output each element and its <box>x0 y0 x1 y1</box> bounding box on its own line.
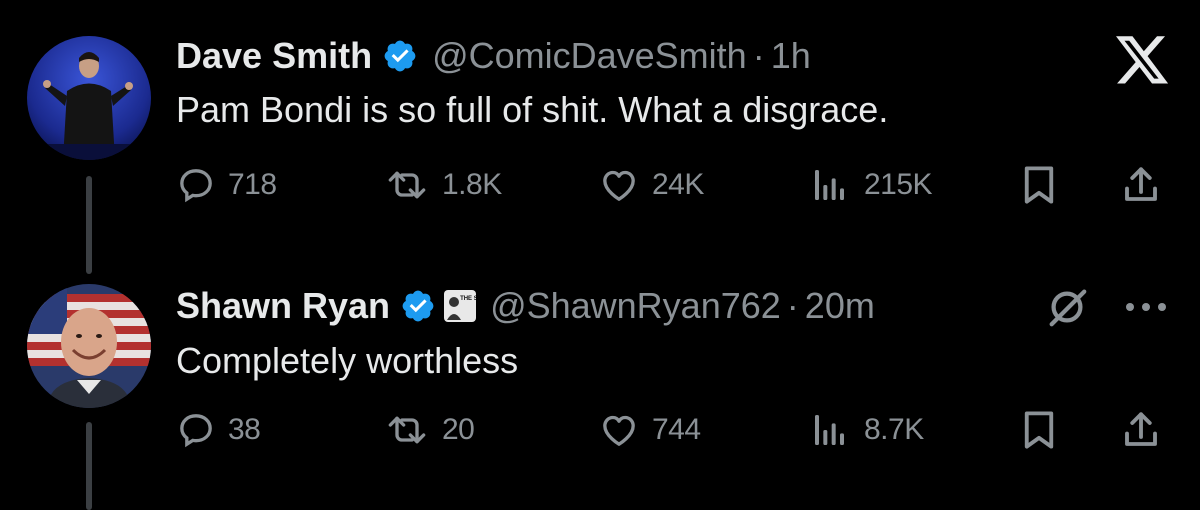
author-handle[interactable]: @ComicDaveSmith <box>432 34 747 78</box>
tweet-header: Dave Smith @ComicDaveSmith · 1h <box>176 34 811 78</box>
tweet-dave-smith[interactable]: Dave Smith @ComicDaveSmith · 1h Pam Bond… <box>0 0 1200 274</box>
share-icon <box>1120 164 1162 206</box>
separator-dot: · <box>786 285 799 326</box>
affiliate-badge[interactable]: THE SHOW <box>444 290 477 322</box>
timestamp[interactable]: 20m <box>805 284 875 328</box>
views-button[interactable]: 215K <box>808 160 933 210</box>
avatar[interactable] <box>27 36 151 160</box>
author-handle[interactable]: @ShawnRyan762 <box>490 284 781 328</box>
tweet-header: Shawn Ryan THE SHOW @ShawnRyan762 · 20m <box>176 284 875 328</box>
verified-badge-icon <box>400 288 436 324</box>
reply-count: 718 <box>228 168 277 201</box>
repost-count: 1.8K <box>442 168 502 201</box>
avatar[interactable] <box>27 284 151 408</box>
heart-icon <box>598 410 640 450</box>
reply-icon <box>176 165 216 205</box>
action-bar: 38 20 744 8.7K <box>0 405 1200 455</box>
view-count: 215K <box>864 168 933 201</box>
views-icon <box>808 410 852 450</box>
repost-count: 20 <box>442 413 475 446</box>
tweet-text: Pam Bondi is so full of shit. What a dis… <box>176 89 889 130</box>
more-icon[interactable] <box>1124 300 1168 318</box>
views-icon <box>808 165 852 205</box>
reply-count: 38 <box>228 413 261 446</box>
timestamp[interactable]: 1h <box>771 34 811 78</box>
author-name[interactable]: Dave Smith <box>176 34 372 78</box>
repost-icon <box>384 165 430 205</box>
bookmark-button[interactable] <box>1020 160 1058 210</box>
repost-icon <box>384 410 430 450</box>
bookmark-icon <box>1020 409 1058 451</box>
heart-icon <box>598 165 640 205</box>
share-button[interactable] <box>1120 405 1162 455</box>
tweet-text: Completely worthless <box>176 340 519 381</box>
author-name[interactable]: Shawn Ryan <box>176 284 390 328</box>
verified-badge-icon <box>382 38 418 74</box>
like-count: 744 <box>652 413 701 446</box>
reply-button[interactable]: 38 <box>176 405 261 455</box>
like-count: 24K <box>652 168 704 201</box>
bookmark-icon <box>1020 164 1058 206</box>
views-button[interactable]: 8.7K <box>808 405 924 455</box>
tweet-shawn-ryan[interactable]: Shawn Ryan THE SHOW @ShawnRyan762 · 20m … <box>0 250 1200 510</box>
x-logo-icon <box>1116 36 1170 91</box>
reply-icon <box>176 410 216 450</box>
like-button[interactable]: 744 <box>598 405 701 455</box>
repost-button[interactable]: 1.8K <box>384 160 502 210</box>
bookmark-button[interactable] <box>1020 405 1058 455</box>
like-button[interactable]: 24K <box>598 160 704 210</box>
view-count: 8.7K <box>864 413 924 446</box>
affiliate-badge-text: THE SHOW <box>460 296 477 302</box>
action-bar: 718 1.8K 24K 215K <box>0 160 1200 210</box>
share-button[interactable] <box>1120 160 1162 210</box>
separator-dot: · <box>752 35 765 76</box>
grok-icon[interactable] <box>1044 284 1090 335</box>
repost-button[interactable]: 20 <box>384 405 475 455</box>
share-icon <box>1120 409 1162 451</box>
reply-button[interactable]: 718 <box>176 160 277 210</box>
